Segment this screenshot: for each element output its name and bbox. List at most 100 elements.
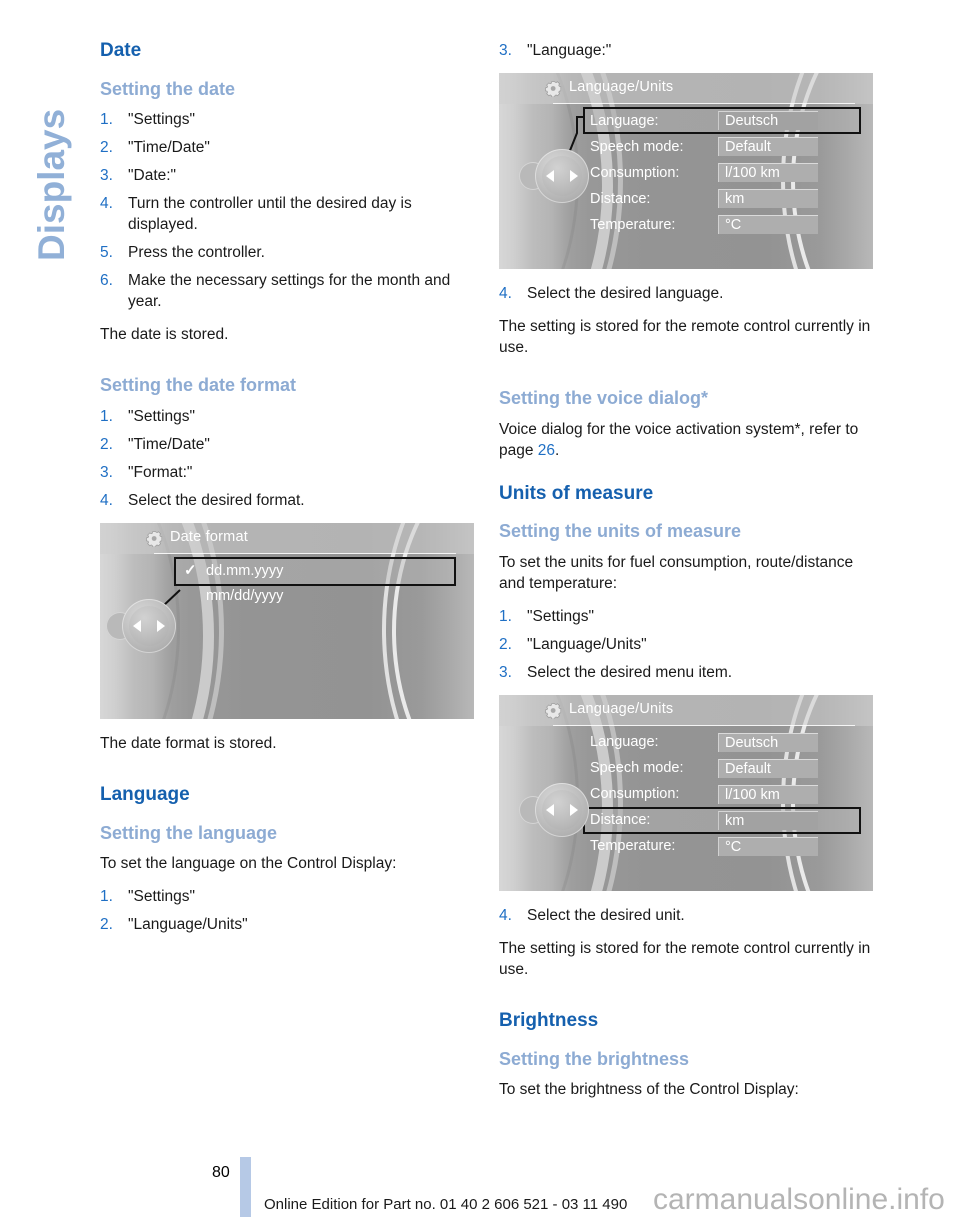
step-number: 2. bbox=[499, 635, 512, 653]
idrive-screenshot-language-units-bottom: Language/Units Language: Deutsch Speech … bbox=[499, 694, 873, 891]
step-text: Make the necessary settings for the mont… bbox=[128, 272, 451, 311]
step-number: 2. bbox=[100, 435, 113, 453]
watermark: carmanualsonline.info bbox=[653, 1183, 945, 1216]
arrow-right-icon bbox=[157, 619, 165, 632]
display-row-label: Temperature: bbox=[590, 216, 676, 233]
page-edge-marker bbox=[240, 1157, 251, 1217]
step-text: Select the desired unit. bbox=[527, 906, 685, 924]
idrive-controller-knob[interactable] bbox=[519, 149, 589, 203]
list-item: 2. "Time/Date" bbox=[100, 434, 480, 455]
step-number: 1. bbox=[100, 407, 113, 425]
steps-setting-the-date: 1. "Settings" 2. "Time/Date" 3. "Date:" 4. T… bbox=[100, 109, 480, 312]
display-row-consumption[interactable]: Consumption: l/100 km bbox=[585, 161, 859, 184]
text-date-stored: The date is stored. bbox=[100, 326, 229, 344]
step-text: "Date:" bbox=[128, 167, 177, 185]
arrow-right-icon bbox=[570, 803, 578, 816]
display-row-label: Consumption: bbox=[590, 164, 680, 181]
display-row-value: l/100 km bbox=[718, 784, 818, 804]
step-number: 1. bbox=[499, 607, 512, 625]
step-text: Select the desired format. bbox=[128, 491, 305, 509]
step-text: "Language:" bbox=[527, 42, 612, 59]
display-row-value: Default bbox=[718, 758, 818, 778]
subheading-setting-the-date-format: Setting the date format bbox=[100, 375, 297, 396]
chapter-tab: Displays bbox=[0, 0, 96, 300]
step-text: "Language/Units" bbox=[128, 916, 248, 934]
list-item: 4. Select the desired unit. bbox=[499, 905, 879, 926]
arrow-left-icon bbox=[133, 619, 141, 632]
header-underline bbox=[553, 724, 855, 726]
display-row-label: Distance: bbox=[590, 812, 651, 829]
steps-setting-the-units: 1. "Settings" 2. "Language/Units" 3. Select… bbox=[499, 606, 879, 683]
display-row-temperature[interactable]: Temperature: °C bbox=[585, 835, 859, 858]
idrive-screenshot-language-units-top: Language/Units Language: Deutsch Speech … bbox=[499, 73, 873, 269]
list-item: 4. Select the desired format. bbox=[100, 490, 480, 511]
heading-brightness: Brightness bbox=[499, 1009, 599, 1031]
display-row-label: Speech mode: bbox=[590, 138, 684, 155]
list-item: 1. "Settings" bbox=[100, 406, 480, 427]
subheading-setting-the-brightness: Setting the brightness bbox=[499, 1048, 690, 1069]
step-number: 1. bbox=[100, 888, 113, 906]
text-unit-stored: The setting is stored for the remote con… bbox=[499, 939, 871, 978]
heading-language: Language bbox=[100, 783, 190, 805]
gear-icon bbox=[545, 703, 562, 719]
checkmark-icon: ✓ bbox=[184, 561, 197, 579]
display-row-language[interactable]: Language: Deutsch bbox=[585, 731, 859, 754]
subheading-setting-the-date: Setting the date bbox=[100, 78, 236, 99]
steps-language-select: 4. Select the desired language. bbox=[499, 283, 879, 304]
subheading-setting-the-units: Setting the units of measure bbox=[499, 521, 742, 542]
display-row-label: Speech mode: bbox=[590, 760, 684, 777]
display-row-value: km bbox=[718, 810, 818, 830]
step-text: "Time/Date" bbox=[128, 435, 210, 453]
step-number: 1. bbox=[100, 111, 113, 129]
text-language-intro: To set the language on the Control Displ… bbox=[100, 855, 397, 873]
steps-language-continued: 3. "Language:" bbox=[499, 40, 879, 61]
voice-dialog-text-end: . bbox=[555, 441, 560, 459]
list-item: 3. Select the desired menu item. bbox=[499, 662, 879, 683]
step-number: 3. bbox=[499, 42, 512, 59]
heading-date: Date bbox=[100, 40, 142, 61]
steps-setting-the-language: 1. "Settings" 2. "Language/Units" bbox=[100, 886, 480, 935]
list-item: 4. Turn the controller until the desired … bbox=[100, 193, 480, 235]
display-row-value: Deutsch bbox=[718, 111, 818, 130]
display-row-distance[interactable]: Distance: km bbox=[583, 806, 861, 834]
header-underline bbox=[553, 103, 855, 104]
display-title: Language/Units bbox=[569, 700, 674, 717]
text-date-format-stored: The date format is stored. bbox=[100, 734, 277, 752]
list-item: 2. "Language/Units" bbox=[100, 914, 480, 935]
step-number: 4. bbox=[499, 906, 512, 924]
right-column: 3. "Language:" Language/Units Language: D… bbox=[499, 40, 879, 1100]
step-number: 4. bbox=[499, 285, 512, 302]
display-row-language[interactable]: Language: Deutsch bbox=[583, 107, 861, 134]
page-number: 80 bbox=[212, 1164, 230, 1181]
list-item: 4. Select the desired language. bbox=[499, 283, 879, 304]
display-row-speech-mode[interactable]: Speech mode: Default bbox=[585, 757, 859, 780]
text-voice-dialog: Voice dialog for the voice activation sy… bbox=[499, 419, 879, 461]
step-text: "Settings" bbox=[527, 607, 595, 625]
left-column: Date Setting the date 1. "Settings" 2. "Ti… bbox=[100, 40, 480, 947]
display-row-distance[interactable]: Distance: km bbox=[585, 187, 859, 210]
arrow-right-icon bbox=[570, 170, 578, 182]
list-item: 1. "Settings" bbox=[100, 109, 480, 130]
list-item: 6. Make the necessary settings for the mo… bbox=[100, 270, 480, 312]
display-row-speech-mode[interactable]: Speech mode: Default bbox=[585, 135, 859, 158]
step-number: 2. bbox=[100, 916, 113, 934]
display-list-item-mm-dd-yyyy[interactable]: mm/dd/yyyy bbox=[176, 584, 454, 609]
display-title: Language/Units bbox=[569, 79, 674, 95]
step-text: "Settings" bbox=[128, 407, 196, 425]
idrive-controller-knob[interactable] bbox=[106, 598, 176, 653]
display-row-label: Distance: bbox=[590, 190, 651, 207]
subheading-setting-the-language: Setting the language bbox=[100, 822, 278, 843]
page-reference-link[interactable]: 26 bbox=[538, 442, 555, 459]
display-list-item-dd-mm-yyyy[interactable]: ✓ dd.mm.yyyy bbox=[174, 556, 456, 586]
text-units-intro: To set the units for fuel consumption, r… bbox=[499, 553, 854, 592]
step-number: 5. bbox=[100, 244, 113, 262]
display-row-consumption[interactable]: Consumption: l/100 km bbox=[585, 783, 859, 806]
display-row-temperature[interactable]: Temperature: °C bbox=[585, 213, 859, 236]
step-text: "Format:" bbox=[128, 463, 193, 481]
idrive-controller-knob[interactable] bbox=[519, 782, 589, 837]
list-item: 3. "Language:" bbox=[499, 40, 879, 61]
steps-unit-select: 4. Select the desired unit. bbox=[499, 905, 879, 926]
display-row-label: Language: bbox=[590, 734, 659, 751]
step-text: Select the desired menu item. bbox=[527, 663, 733, 681]
step-number: 2. bbox=[100, 139, 113, 157]
